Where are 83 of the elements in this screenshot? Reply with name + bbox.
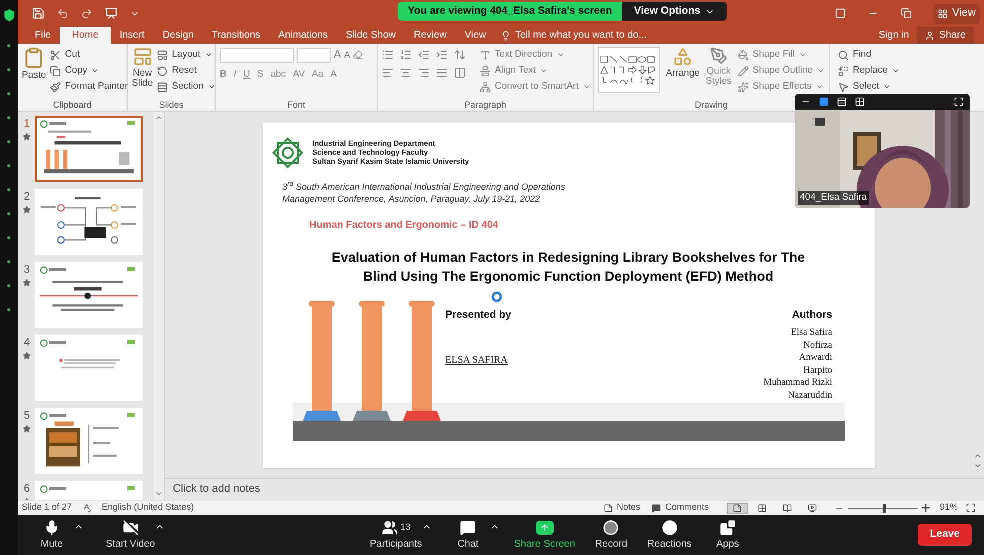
video-button[interactable]: Start Video — [106, 518, 156, 552]
font-format-button[interactable]: Aa — [312, 68, 324, 82]
viewing-banner: You are viewing 404_Elsa Safira's screen — [398, 2, 622, 21]
shape-outline-button[interactable]: Shape Outline — [738, 63, 825, 79]
view-options-button[interactable]: View Options — [622, 2, 727, 21]
author-name: Nofirza — [803, 340, 832, 352]
notes-button[interactable]: Notes — [604, 501, 640, 515]
apps-button[interactable]: Apps — [706, 518, 750, 552]
participant-name: 404_Elsa Safira — [798, 190, 870, 205]
new-slide-button[interactable]: New Slide — [132, 47, 154, 99]
arrange-button[interactable]: Arrange — [666, 47, 700, 99]
ribbon-tab[interactable]: Review — [405, 27, 456, 44]
comments-button[interactable]: Comments — [652, 501, 709, 515]
text-direction-button[interactable]: Text Direction — [480, 47, 591, 63]
font-format-button[interactable]: AV — [293, 68, 306, 82]
group-label: Font — [287, 99, 306, 111]
group-label: Slides — [159, 99, 184, 111]
group-label: Paragraph — [464, 99, 507, 111]
sign-in-link[interactable]: Sign in — [870, 28, 918, 43]
slide-title: Evaluation of Human Factors in Redesigning Library Bookshelves for The Blind Using The Ergonomic Function Deployment (EFD) Method — [330, 248, 806, 286]
language-label: English (United States) — [102, 501, 194, 514]
shape-fill-button[interactable]: Shape Fill — [738, 47, 825, 63]
grow-font-button[interactable]: A — [334, 47, 342, 64]
record-button[interactable]: Record — [589, 518, 634, 552]
author-name: Nazaruddin — [788, 390, 832, 402]
section-button[interactable]: Section — [157, 79, 216, 95]
presenter-name: ELSA SAFIRA — [446, 354, 510, 368]
font-format-button[interactable]: abc — [270, 68, 286, 82]
format-painter-button[interactable]: Format Painter — [50, 79, 128, 95]
reset-button[interactable]: Reset — [157, 63, 216, 79]
ribbon-tab[interactable]: View — [456, 27, 496, 44]
conference-text: 3$^{rd}$ South American International Industrial Engineering and Operations Management Conference, Asuncion, Paraguay, July 19-21, 2022 — [282, 180, 566, 204]
author-name: Anwardi — [799, 352, 832, 365]
video-window[interactable]: 404_Elsa Safira — [795, 94, 970, 208]
paste-button[interactable]: Paste — [22, 47, 46, 99]
font-format-button[interactable]: A — [330, 68, 337, 82]
cut-button[interactable]: Cut — [50, 47, 128, 63]
author-name: Muhammad Rizki — [764, 377, 832, 390]
slide-number: 3 — [24, 263, 30, 278]
authors-heading: Authors — [792, 308, 832, 322]
share-button[interactable]: Share — [917, 27, 974, 44]
select-button[interactable]: Select — [838, 79, 900, 95]
group-label: Drawing — [694, 99, 728, 111]
ribbon-tab[interactable]: Animations — [270, 27, 337, 44]
ribbon-tab[interactable]: Insert — [110, 27, 154, 44]
zoom-level[interactable]: 91% — [940, 501, 958, 515]
font-format-button[interactable]: U — [244, 68, 250, 82]
ribbon-tab[interactable]: Home — [60, 27, 111, 44]
view-button[interactable]: View — [934, 4, 980, 24]
align-text-button[interactable]: Align Text — [480, 63, 591, 79]
copy-button[interactable]: Copy — [50, 63, 128, 79]
author-name: Elsa Safira — [791, 327, 832, 340]
mute-button[interactable]: Mute — [30, 518, 74, 552]
slide-number: 1 — [24, 117, 30, 132]
ribbon-tab[interactable]: File — [26, 27, 60, 44]
font-format-button[interactable]: I — [234, 68, 237, 82]
author-name: Harpito — [803, 364, 832, 378]
share-button[interactable]: Share Screen — [514, 518, 576, 552]
slide-number: 2 — [24, 190, 30, 205]
chat-button[interactable]: Chat — [446, 518, 490, 552]
leave-button[interactable]: Leave — [918, 524, 972, 546]
shrink-font-button[interactable]: A — [344, 48, 350, 62]
font-format-button[interactable]: B — [220, 68, 227, 82]
ribbon-tab[interactable]: Slide Show — [336, 27, 406, 44]
quick-styles-button[interactable]: Quick Styles — [706, 47, 732, 99]
slide-number: 4 — [24, 336, 30, 351]
slide-counter: Slide 1 of 27 — [22, 501, 72, 514]
layout-button[interactable]: Layout — [157, 47, 216, 63]
replace-button[interactable]: Replace — [838, 63, 900, 79]
session-label: Human Factors and Ergonomic – ID 404 — [310, 218, 500, 232]
presented-by-label: Presented by — [446, 308, 512, 322]
slide-number: 6 — [24, 482, 30, 497]
reactions-button[interactable]: Reactions — [647, 518, 692, 552]
ribbon-tab[interactable]: Transitions — [202, 27, 270, 44]
shape-effects-button[interactable]: Shape Effects — [738, 79, 825, 95]
participants-button[interactable]: 13 Participants — [370, 518, 422, 552]
tell-me-field[interactable]: Tell me what you want to do... — [515, 28, 648, 43]
group-label: Clipboard — [53, 99, 92, 111]
font-format-button[interactable]: S — [257, 68, 264, 82]
find-button[interactable]: Find — [838, 47, 900, 63]
smartart-button[interactable]: Convert to SmartArt — [480, 79, 591, 95]
ribbon-tab[interactable]: Design — [154, 27, 203, 44]
slide-number: 5 — [24, 409, 30, 424]
